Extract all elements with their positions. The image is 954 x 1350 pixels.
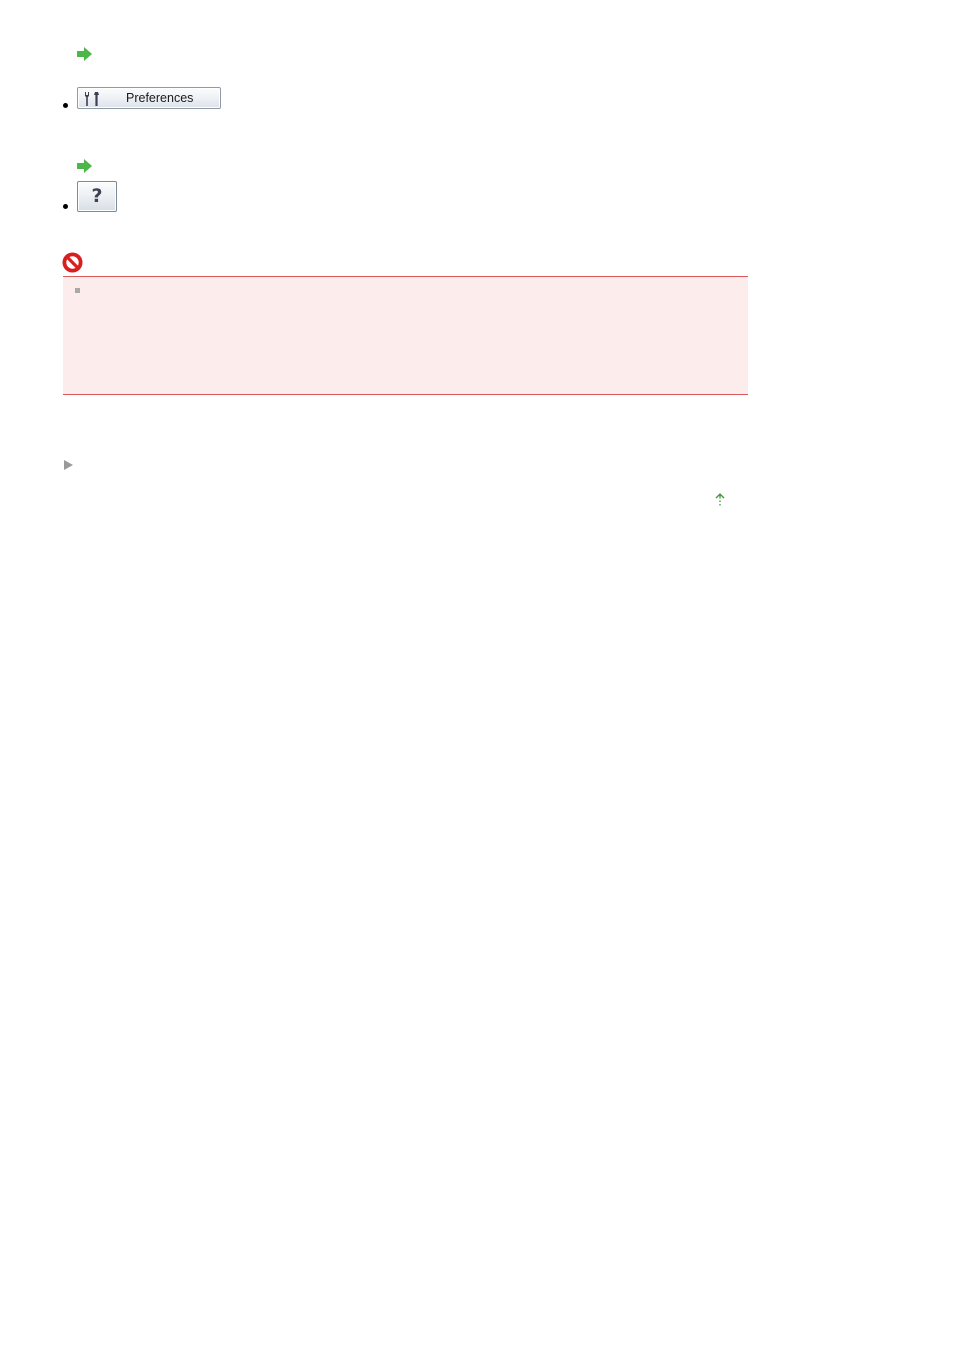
go-arrow-icon[interactable] [77,47,93,61]
prohibited-icon [62,252,83,273]
page-top-arrow-icon[interactable] [713,493,727,508]
preferences-button[interactable]: Preferences [77,87,221,109]
nav-triangle-icon[interactable] [64,460,73,470]
list-bullet [63,204,68,209]
square-bullet-icon [75,288,80,293]
list-bullet [63,103,68,108]
question-mark-icon: ? [91,185,103,207]
tools-icon [85,92,99,106]
preferences-button-label: Preferences [126,91,194,105]
go-arrow-icon[interactable] [77,159,93,173]
help-button[interactable]: ? [77,181,117,212]
important-note-box [63,276,748,395]
